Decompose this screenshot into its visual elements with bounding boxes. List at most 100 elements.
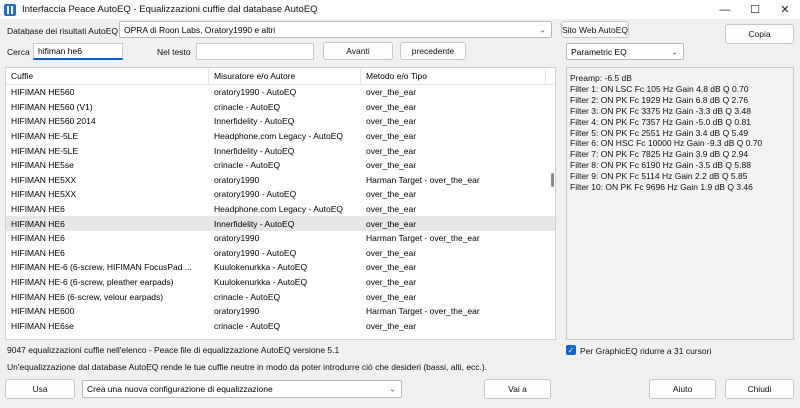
filters-text-panel[interactable]: Preamp: -6.5 dB Filter 1: ON LSC Fc 105 H… [566, 67, 794, 340]
filter-line: Filter 1: ON LSC Fc 105 Hz Gain 4.8 dB Q… [570, 83, 749, 94]
cell-headphones: HIFIMAN HE6 [11, 233, 65, 244]
next-button[interactable]: Avanti [323, 42, 393, 60]
preamp-line: Preamp: -6.5 dB [570, 73, 632, 83]
table-row[interactable]: HIFIMAN HE5XX oratory1990 Harman Target - … [6, 173, 555, 188]
database-select[interactable]: OPRA di Roon Labs, Oratory1990 e altri ⌄ [119, 21, 552, 38]
cell-method: over_the_ear [366, 189, 417, 200]
help-button[interactable]: Aiuto [649, 379, 716, 399]
cell-headphones: HIFIMAN HE5XX [11, 189, 77, 200]
table-row[interactable]: HIFIMAN HE-5LE Headphone.com Legacy - Aut… [6, 129, 555, 144]
cell-method: over_the_ear [366, 218, 417, 229]
table-row[interactable]: HIFIMAN HE-5LE Innerfidelity - AutoEQ over… [6, 143, 555, 158]
cell-author: crinacle - AutoEQ [214, 291, 281, 302]
format-select[interactable]: Parametric EQ ⌄ [566, 43, 684, 60]
cell-author: Headphone.com Legacy - AutoEQ [214, 131, 343, 142]
cell-author: Kuulokenurkka - AutoEQ [214, 277, 308, 288]
cell-method: over_the_ear [366, 247, 417, 258]
filter-line: Filter 6: ON HSC Fc 10000 Hz Gain -9.3 d… [570, 138, 763, 149]
previous-button[interactable]: precedente [400, 42, 466, 60]
copy-button[interactable]: Copia [725, 24, 794, 44]
cell-method: over_the_ear [366, 101, 417, 112]
app-icon [4, 3, 16, 16]
headphones-list[interactable]: Cuffie Misuratore e/o Autore Metodo e/o … [5, 67, 556, 340]
cell-author: oratory1990 - AutoEQ [214, 247, 297, 258]
database-select-value: OPRA di Roon Labs, Oratory1990 e altri [124, 24, 276, 35]
cell-author: Innerfidelity - AutoEQ [214, 218, 295, 229]
cell-headphones: HIFIMAN HE6 [11, 247, 65, 258]
cell-headphones: HIFIMAN HE560 2014 [11, 116, 96, 127]
in-text-input[interactable] [196, 43, 314, 60]
cell-headphones: HIFIMAN HE6 (6-screw, velour earpads) [11, 291, 164, 302]
cell-author: oratory1990 - AutoEQ [214, 87, 297, 98]
search-input[interactable]: hifiman he6 [33, 43, 123, 60]
cell-method: over_the_ear [366, 87, 417, 98]
cell-author: oratory1990 [214, 174, 260, 185]
filter-line: Filter 5: ON PK Fc 2551 Hz Gain 3.4 dB Q… [570, 127, 749, 138]
database-label: Database dei risultati AutoEQ [7, 26, 119, 36]
table-row[interactable]: HIFIMAN HE6se crinacle - AutoEQ over_the_e… [6, 319, 555, 334]
table-row[interactable]: HIFIMAN HE5se crinacle - AutoEQ over_the_e… [6, 158, 555, 173]
chevron-down-icon: ⌄ [539, 25, 546, 34]
cell-method: Harman Target - over_the_ear [366, 306, 480, 317]
autoeq-website-button[interactable]: Sito Web AutoEQ [561, 21, 629, 38]
graphiceq-checkbox[interactable]: ✓ [566, 345, 576, 355]
cell-author: Kuulokenurkka - AutoEQ [214, 262, 308, 273]
table-row[interactable]: HIFIMAN HE-6 (6-screw, pleather earpads)… [6, 275, 555, 290]
table-row[interactable]: HIFIMAN HE-6 (6-screw, HIFIMAN FocusPad … [6, 260, 555, 275]
chevron-down-icon: ⌄ [671, 47, 678, 56]
table-row[interactable]: HIFIMAN HE560 (V1) crinacle - AutoEQ over_… [6, 100, 555, 115]
cell-author: oratory1990 [214, 306, 260, 317]
cell-author: crinacle - AutoEQ [214, 160, 281, 171]
filter-line: Filter 8: ON PK Fc 6190 Hz Gain -3.5 dB … [570, 160, 751, 171]
cell-method: Harman Target - over_the_ear [366, 233, 480, 244]
list-header: Cuffie Misuratore e/o Autore Metodo e/o … [6, 68, 555, 85]
cell-method: over_the_ear [366, 204, 417, 215]
checkmark-icon: ✓ [567, 345, 575, 355]
column-header-author[interactable]: Misuratore e/o Autore [209, 68, 361, 84]
close-button[interactable]: Chiudi [725, 379, 794, 399]
status-info-text: Un'equalizzazione dal database AutoEQ re… [7, 362, 488, 372]
cell-author: Innerfidelity - AutoEQ [214, 145, 295, 156]
close-icon[interactable]: ✕ [770, 0, 800, 19]
cell-method: over_the_ear [366, 160, 417, 171]
cell-method: over_the_ear [366, 277, 417, 288]
table-row[interactable]: HIFIMAN HE6 oratory1990 - AutoEQ over_the_… [6, 246, 555, 261]
cell-author: Headphone.com Legacy - AutoEQ [214, 204, 343, 215]
filter-line: Filter 10: ON PK Fc 9696 Hz Gain 1.9 dB … [570, 182, 753, 193]
table-row[interactable]: HIFIMAN HE6 (6-screw, velour earpads) cri… [6, 289, 555, 304]
table-row[interactable]: HIFIMAN HE600 oratory1990 Harman Target - … [6, 304, 555, 319]
list-scrollbar[interactable] [550, 68, 555, 339]
column-header-method[interactable]: Metodo e/o Tipo [361, 68, 546, 84]
column-header-headphones[interactable]: Cuffie [6, 68, 209, 84]
cell-headphones: HIFIMAN HE6 [11, 218, 65, 229]
cell-method: over_the_ear [366, 291, 417, 302]
use-button[interactable]: Usa [5, 379, 75, 399]
cell-method: over_the_ear [366, 145, 417, 156]
cell-headphones: HIFIMAN HE5XX [11, 174, 77, 185]
table-row[interactable]: HIFIMAN HE560 2014 Innerfidelity - AutoEQ… [6, 114, 555, 129]
cell-headphones: HIFIMAN HE560 [11, 87, 75, 98]
minimize-icon[interactable]: — [710, 0, 740, 19]
go-to-button[interactable]: Vai a [484, 379, 551, 399]
cell-method: over_the_ear [366, 116, 417, 127]
cell-method: over_the_ear [366, 320, 417, 331]
cell-headphones: HIFIMAN HE600 [11, 306, 75, 317]
scrollbar-thumb[interactable] [551, 173, 554, 187]
table-row[interactable]: HIFIMAN HE6 Innerfidelity - AutoEQ over_th… [6, 216, 555, 231]
cell-author: Innerfidelity - AutoEQ [214, 116, 295, 127]
cell-headphones: HIFIMAN HE-5LE [11, 131, 79, 142]
cell-author: crinacle - AutoEQ [214, 101, 281, 112]
cell-headphones: HIFIMAN HE5se [11, 160, 74, 171]
cell-headphones: HIFIMAN HE-6 (6-screw, pleather earpads) [11, 277, 174, 288]
maximize-icon[interactable]: ☐ [740, 0, 770, 19]
cell-author: oratory1990 - AutoEQ [214, 189, 297, 200]
cell-author: oratory1990 [214, 233, 260, 244]
action-select[interactable]: Crea una nuova configurazione di equaliz… [82, 380, 402, 398]
format-select-value: Parametric EQ [571, 46, 627, 57]
table-row[interactable]: HIFIMAN HE560 oratory1990 - AutoEQ over_th… [6, 85, 555, 100]
cell-method: Harman Target - over_the_ear [366, 174, 480, 185]
cell-headphones: HIFIMAN HE6se [11, 320, 74, 331]
table-row[interactable]: HIFIMAN HE5XX oratory1990 - AutoEQ over_th… [6, 187, 555, 202]
table-row[interactable]: HIFIMAN HE6 Headphone.com Legacy - AutoEQ… [6, 202, 555, 217]
table-row[interactable]: HIFIMAN HE6 oratory1990 Harman Target - ov… [6, 231, 555, 246]
